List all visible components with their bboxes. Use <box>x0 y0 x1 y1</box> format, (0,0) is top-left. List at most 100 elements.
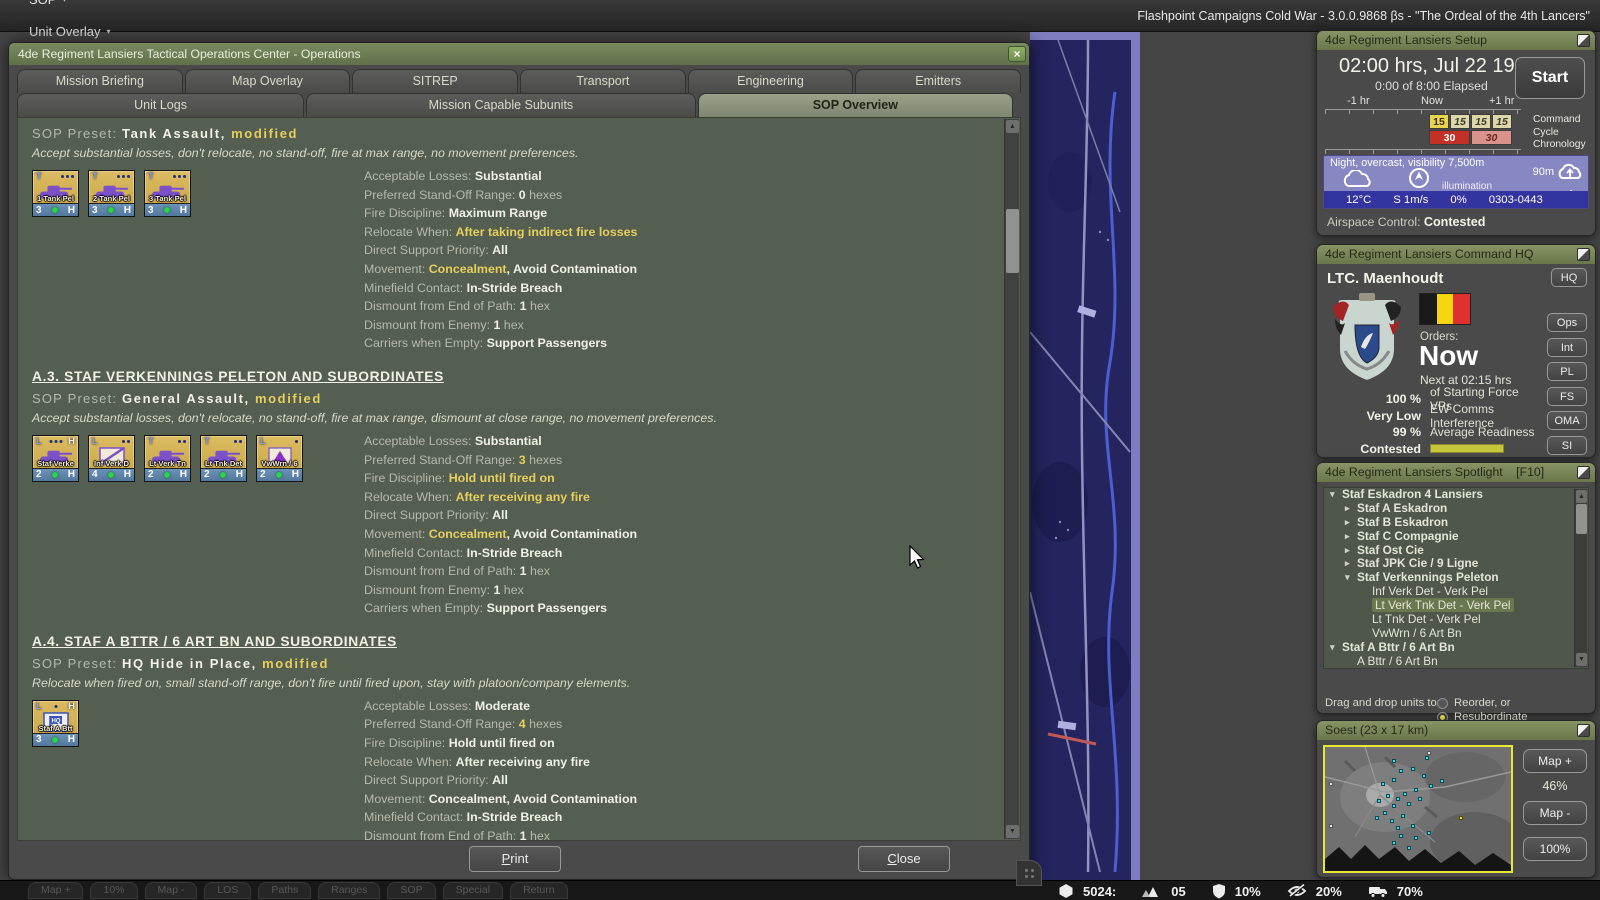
setup-panel-titlebar[interactable]: 4de Regiment Lansiers Setup <box>1317 31 1595 50</box>
panel-collapse-icon[interactable] <box>1577 724 1590 737</box>
sop-detail-line: Relocate When: After receiving any fire <box>364 488 637 507</box>
tree-item-staf-ost-cie[interactable]: ▸Staf Ost Cie <box>1324 544 1588 558</box>
minimap[interactable] <box>1323 745 1513 873</box>
unit-counter-staf-a-btt[interactable]: LHHQStaf A Btt3H <box>32 700 79 747</box>
tree-item-staf-jpk-cie-9-ligne[interactable]: ▸Staf JPK Cie / 9 Ligne <box>1324 557 1588 571</box>
tree-scroll-up-icon[interactable]: ▲ <box>1576 490 1587 503</box>
tab-mission-capable-subunits[interactable]: Mission Capable Subunits <box>306 93 696 117</box>
spotlight-panel-titlebar[interactable]: 4de Regiment Lansiers Spotlight [F10] <box>1317 463 1595 482</box>
hq-button[interactable]: HQ <box>1551 268 1587 287</box>
toolbar-map-button[interactable]: Map + <box>28 882 83 899</box>
chevron-closed-icon[interactable]: ▸ <box>1345 516 1350 530</box>
tab-emitters[interactable]: Emitters <box>855 69 1021 93</box>
tab-mission-briefing[interactable]: Mission Briefing <box>17 69 183 93</box>
tab-map-overlay[interactable]: Map Overlay <box>185 69 351 93</box>
toolbar-ranges-button[interactable]: Ranges <box>318 882 380 899</box>
toolbar-return-button[interactable]: Return <box>510 882 568 899</box>
map-zoom-out-button[interactable]: Map - <box>1523 801 1587 825</box>
tree-item-staf-a-eskadron[interactable]: ▸Staf A Eskadron <box>1324 502 1588 516</box>
tree-scroll-down-icon[interactable]: ▼ <box>1576 653 1587 666</box>
tree-item-staf-eskadron-4-lansiers[interactable]: ▾Staf Eskadron 4 Lansiers <box>1324 488 1588 502</box>
tree-item-staf-verkennings-peleton[interactable]: ▾Staf Verkennings Peleton <box>1324 571 1588 585</box>
chevron-open-icon[interactable]: ▾ <box>1345 571 1350 585</box>
tree-item-label: Staf A Bttr / 6 Art Bn <box>1342 640 1455 654</box>
panel-collapse-icon[interactable] <box>1577 466 1590 479</box>
toolbar-los-button[interactable]: LOS <box>204 882 251 899</box>
tree-item-vwwrn-6-art-bn[interactable]: VwWrn / 6 Art Bn <box>1324 627 1588 641</box>
unit-counter-1-tank-pel[interactable]: T1 Tank Pel3H <box>32 170 79 217</box>
close-button[interactable]: Close <box>858 846 950 872</box>
spotlight-panel: 4de Regiment Lansiers Spotlight [F10] ▾S… <box>1316 462 1596 714</box>
int-button[interactable]: Int <box>1547 338 1587 357</box>
unit-counter-inf-verk-d[interactable]: LInf Verk D4H <box>88 435 135 482</box>
toolbar-paths-button[interactable]: Paths <box>258 882 311 899</box>
dialog-scrollbar[interactable]: ▲ ▼ <box>1004 119 1019 839</box>
start-button[interactable]: Start <box>1515 57 1585 99</box>
map-zoom-in-button[interactable]: Map + <box>1523 749 1587 773</box>
counter-posture-letter: H <box>180 205 187 216</box>
tree-item-lt-tnk-det-verk-pel[interactable]: Lt Tnk Det - Verk Pel <box>1324 613 1588 627</box>
tree-item-a-bttr-6-art-bn[interactable]: A Bttr / 6 Art Bn <box>1324 655 1588 669</box>
tree-item-staf-c-compagnie[interactable]: ▸Staf C Compagnie <box>1324 530 1588 544</box>
scroll-down-icon[interactable]: ▼ <box>1006 825 1019 838</box>
toolbar-sop-button[interactable]: SOP <box>387 882 435 899</box>
fs-button[interactable]: FS <box>1547 387 1587 406</box>
reorder-radio[interactable] <box>1437 698 1448 709</box>
dialog-titlebar[interactable]: 4de Regiment Lansiers Tactical Operation… <box>9 43 1029 65</box>
resize-grip[interactable] <box>1016 860 1042 886</box>
tab-sop-overview[interactable]: SOP Overview <box>698 93 1013 117</box>
elevation-icon <box>1142 885 1162 898</box>
panel-collapse-icon[interactable] <box>1577 248 1590 261</box>
pl-button[interactable]: PL <box>1547 362 1587 381</box>
toolbar-special-button[interactable]: Special <box>443 882 503 899</box>
chevron-closed-icon[interactable]: ▸ <box>1345 557 1350 571</box>
tree-item-inf-verk-det-verk-pel[interactable]: Inf Verk Det - Verk Pel <box>1324 585 1588 599</box>
game-map-strip[interactable] <box>1030 32 1140 880</box>
chevron-open-icon[interactable]: ▾ <box>1330 488 1335 502</box>
unit-counter-staf-verke[interactable]: LHStaf Verke2H <box>32 435 79 482</box>
reorder-option[interactable]: Reorder, or <box>1437 697 1511 709</box>
tab-unit-logs[interactable]: Unit Logs <box>17 93 304 117</box>
toolbar-10-button[interactable]: 10% <box>90 882 137 899</box>
friendly-unit-dot <box>1422 774 1426 778</box>
friendly-unit-dot <box>1392 804 1396 808</box>
scrollbar-thumb[interactable] <box>1006 209 1019 273</box>
chevron-open-icon[interactable]: ▾ <box>1330 641 1335 655</box>
sop-unit-counters: LHStaf Verke2HLInf Verk D4HTLt Verk Tn2H… <box>32 432 364 482</box>
panel-collapse-icon[interactable] <box>1577 34 1590 47</box>
si-button[interactable]: SI <box>1547 436 1587 455</box>
tab-engineering[interactable]: Engineering <box>688 69 854 93</box>
toolbar-map-button[interactable]: Map - <box>145 882 198 899</box>
unit-counter-vwwrn-6[interactable]: LVwWrn / 62H <box>256 435 303 482</box>
tree-scrollbar[interactable]: ▲ ▼ <box>1574 489 1587 667</box>
chevron-closed-icon[interactable]: ▸ <box>1345 544 1350 558</box>
tree-item-staf-a-bttr-6-art-bn[interactable]: ▾ Staf A Bttr / 6 Art Bn <box>1324 641 1588 655</box>
minimap-panel-title: Soest (23 x 17 km) <box>1325 723 1428 737</box>
scroll-up-icon[interactable]: ▲ <box>1006 120 1019 133</box>
chevron-closed-icon[interactable]: ▸ <box>1345 530 1350 544</box>
friendly-unit-dot <box>1401 814 1405 818</box>
chevron-closed-icon[interactable]: ▸ <box>1345 502 1350 516</box>
unit-counter-lt-tnk-det[interactable]: TLt Tnk Det2H <box>200 435 247 482</box>
tab-transport[interactable]: Transport <box>520 69 686 93</box>
tree-item-staf-b-eskadron[interactable]: ▸Staf B Eskadron <box>1324 516 1588 530</box>
hq-panel-titlebar[interactable]: 4de Regiment Lansiers Command HQ <box>1317 245 1595 264</box>
tree-item-lt-verk-tnk-det-verk-pel[interactable]: Lt Verk Tnk Det - Verk Pel <box>1324 599 1588 613</box>
map-zoom-full-button[interactable]: 100% <box>1523 837 1587 861</box>
unit-counter-3-tank-pel[interactable]: T3 Tank Pel3H <box>144 170 191 217</box>
tree-item-label: Lt Verk Tnk Det - Verk Pel <box>1372 598 1514 612</box>
unit-counter-2-tank-pel[interactable]: T2 Tank Pel3H <box>88 170 135 217</box>
minimap-panel-titlebar[interactable]: Soest (23 x 17 km) <box>1317 721 1595 740</box>
counter-bottom-strip: 3H <box>89 203 134 216</box>
weather-box[interactable]: Night, overcast, visibility 7,500m illum… <box>1323 155 1589 209</box>
print-button[interactable]: Print <box>469 846 561 872</box>
close-icon[interactable]: × <box>1008 46 1026 62</box>
tree-scrollbar-thumb[interactable] <box>1576 504 1587 534</box>
oma-button[interactable]: OMA <box>1547 411 1587 430</box>
timeline-now: Now <box>1421 95 1443 107</box>
menu-item-sop[interactable]: SOP▾ <box>8 0 163 16</box>
command-hq-panel: 4de Regiment Lansiers Command HQ LTC. Ma… <box>1316 244 1596 458</box>
ops-button[interactable]: Ops <box>1547 313 1587 332</box>
tab-sitrep[interactable]: SITREP <box>352 69 518 93</box>
unit-counter-lt-verk-tn[interactable]: TLt Verk Tn2H <box>144 435 191 482</box>
